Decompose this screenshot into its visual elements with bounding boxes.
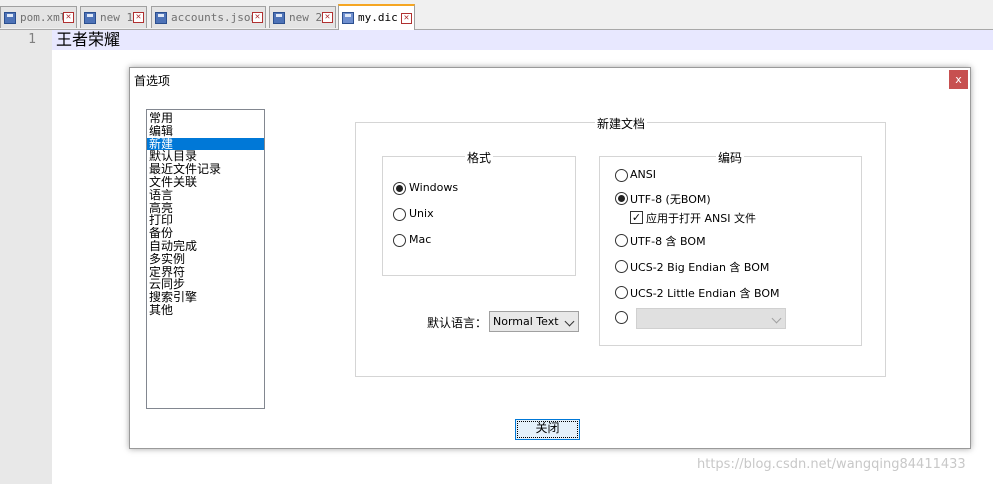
- other-encoding-select[interactable]: [636, 308, 786, 329]
- utf8-bom-label: UTF-8 含 BOM: [630, 235, 706, 248]
- tab-label: new 2: [289, 11, 323, 24]
- ansi-label: ANSI: [630, 168, 656, 181]
- ucs2-big-endian-label: UCS-2 Big Endian 含 BOM: [630, 261, 770, 274]
- category-list[interactable]: 常用 编辑 新建 默认目录 最近文件记录 文件关联 语言 高亮 打印 备份 自动…: [146, 109, 265, 409]
- unix-radio[interactable]: [393, 208, 406, 221]
- close-icon[interactable]: ✕: [322, 12, 333, 23]
- new-document-group-title: 新建文档: [595, 115, 648, 132]
- close-icon[interactable]: ✕: [63, 12, 74, 23]
- category-item[interactable]: 自动完成: [147, 240, 264, 253]
- category-item[interactable]: 文件关联: [147, 176, 264, 189]
- close-icon[interactable]: ✕: [401, 13, 412, 24]
- line-number-gutter: [0, 30, 52, 484]
- line-number: 1: [28, 32, 36, 47]
- tab-accounts-json[interactable]: accounts.json ✕: [151, 6, 266, 28]
- format-group-title: 格式: [465, 149, 494, 166]
- new-document-group: 新建文档 格式 Windows Unix Mac 编码 ANSI UTF-8 (…: [355, 115, 886, 377]
- category-item[interactable]: 多实例: [147, 253, 264, 266]
- tab-label: new 1: [100, 11, 134, 24]
- default-language-value: Normal Text: [493, 315, 559, 328]
- ucs2-little-endian-radio[interactable]: [615, 286, 628, 299]
- encoding-group: 编码 ANSI UTF-8 (无BOM) ✓ 应用于打开 ANSI 文件 UTF…: [599, 149, 862, 346]
- mac-radio[interactable]: [393, 234, 406, 247]
- other-encoding-radio[interactable]: [615, 311, 628, 324]
- utf8-bom-radio[interactable]: [615, 234, 628, 247]
- default-language-label: 默认语言：: [427, 316, 488, 330]
- save-disk-icon: [4, 12, 16, 24]
- category-item[interactable]: 搜索引擎: [147, 291, 264, 304]
- apply-ansi-checkbox[interactable]: ✓: [630, 211, 643, 224]
- save-disk-icon: [342, 12, 354, 24]
- editor-text[interactable]: 王者荣耀: [56, 30, 120, 50]
- save-disk-icon: [155, 12, 167, 24]
- default-language-select[interactable]: Normal Text: [489, 311, 579, 332]
- mac-label: Mac: [409, 233, 432, 246]
- tab-bar: pom.xml ✕ new 1 ✕ accounts.json ✕ new 2 …: [0, 0, 993, 30]
- save-disk-icon: [273, 12, 285, 24]
- dialog-close-button[interactable]: x: [949, 70, 968, 89]
- watermark: https://blog.csdn.net/wangqing84411433: [697, 457, 966, 472]
- dialog-title: 首选项: [134, 74, 171, 88]
- category-item[interactable]: 默认目录: [147, 150, 264, 163]
- utf8-no-bom-label: UTF-8 (无BOM): [630, 193, 711, 206]
- close-button[interactable]: 关闭: [515, 419, 580, 440]
- category-item-selected[interactable]: 新建: [147, 137, 264, 151]
- tab-pom-xml[interactable]: pom.xml ✕: [0, 6, 77, 28]
- category-item[interactable]: 云同步: [147, 278, 264, 291]
- windows-radio[interactable]: [393, 182, 406, 195]
- tab-my-dic[interactable]: my.dic ✕: [338, 4, 415, 30]
- category-item[interactable]: 常用: [147, 112, 264, 125]
- format-group: 格式 Windows Unix Mac: [382, 149, 576, 276]
- category-item[interactable]: 语言: [147, 189, 264, 202]
- category-item[interactable]: 高亮: [147, 202, 264, 215]
- windows-label: Windows: [409, 181, 459, 194]
- tab-label: pom.xml: [20, 11, 67, 24]
- encoding-group-title: 编码: [716, 149, 745, 166]
- category-item[interactable]: 编辑: [147, 125, 264, 138]
- tab-label: my.dic: [358, 11, 398, 24]
- ansi-radio[interactable]: [615, 169, 628, 182]
- current-line-highlight: [52, 30, 993, 50]
- category-item[interactable]: 其他: [147, 304, 264, 317]
- ucs2-big-endian-radio[interactable]: [615, 260, 628, 273]
- ucs2-little-endian-label: UCS-2 Little Endian 含 BOM: [630, 287, 780, 300]
- tab-new-2[interactable]: new 2 ✕: [269, 6, 336, 28]
- category-item[interactable]: 打印: [147, 214, 264, 227]
- close-icon[interactable]: ✕: [133, 12, 144, 23]
- unix-label: Unix: [409, 207, 434, 220]
- save-disk-icon: [84, 12, 96, 24]
- apply-ansi-label: 应用于打开 ANSI 文件: [646, 212, 756, 225]
- category-item[interactable]: 备份: [147, 227, 264, 240]
- tab-label: accounts.json: [171, 11, 258, 24]
- category-item[interactable]: 定界符: [147, 266, 264, 279]
- chevron-down-icon: [771, 313, 782, 324]
- category-item[interactable]: 最近文件记录: [147, 163, 264, 176]
- tab-new-1[interactable]: new 1 ✕: [80, 6, 147, 28]
- preferences-dialog: 首选项 x 常用 编辑 新建 默认目录 最近文件记录 文件关联 语言 高亮 打印…: [129, 67, 971, 449]
- utf8-no-bom-radio[interactable]: [615, 192, 628, 205]
- close-icon[interactable]: ✕: [252, 12, 263, 23]
- chevron-down-icon: [564, 316, 575, 327]
